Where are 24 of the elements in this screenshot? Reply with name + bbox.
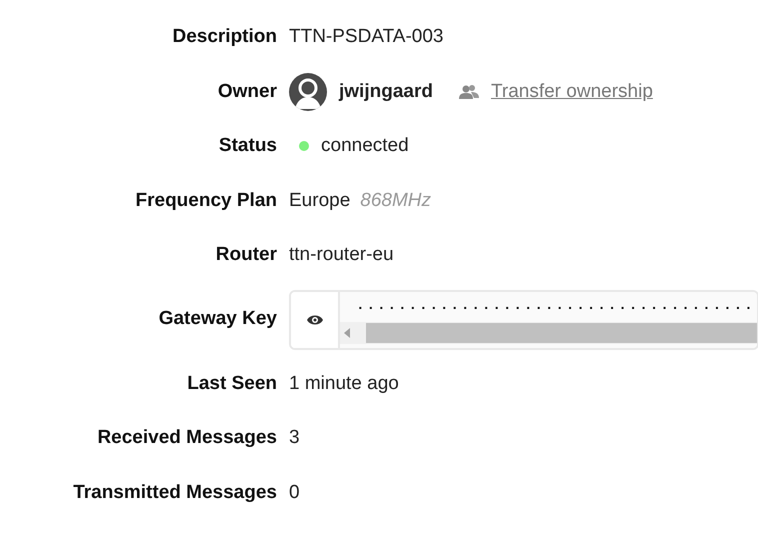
gateway-key-value: ......................................	[357, 294, 757, 314]
users-icon	[458, 84, 479, 100]
transfer-ownership-link[interactable]: Transfer ownership	[490, 78, 653, 106]
field-label: Description	[171, 25, 278, 49]
field-label: Owner	[216, 80, 278, 104]
owner-name: jwijngaard	[339, 80, 433, 104]
field-value: ttn-router-eu	[289, 243, 394, 267]
field-label: Last Seen	[186, 372, 278, 396]
frequency-plan: Europe	[289, 188, 350, 212]
eye-icon	[306, 314, 324, 326]
field-label: Gateway Key	[158, 307, 278, 332]
field-value: 3	[289, 426, 300, 450]
field-value: TTN-PSDATA-003	[289, 25, 444, 49]
field-label: Frequency Plan	[134, 188, 278, 212]
field-label: Status	[218, 134, 278, 158]
field-label: Router	[214, 243, 278, 267]
avatar-icon	[289, 72, 327, 111]
show-key-button[interactable]	[291, 292, 340, 348]
frequency-label: 868MHz	[360, 188, 432, 212]
status-text: connected	[321, 134, 409, 158]
field-value: 1 minute ago	[289, 372, 399, 396]
field-value: 0	[289, 480, 300, 504]
field-label: Transmitted Messages	[72, 480, 278, 504]
field-label: Received Messages	[96, 426, 278, 450]
